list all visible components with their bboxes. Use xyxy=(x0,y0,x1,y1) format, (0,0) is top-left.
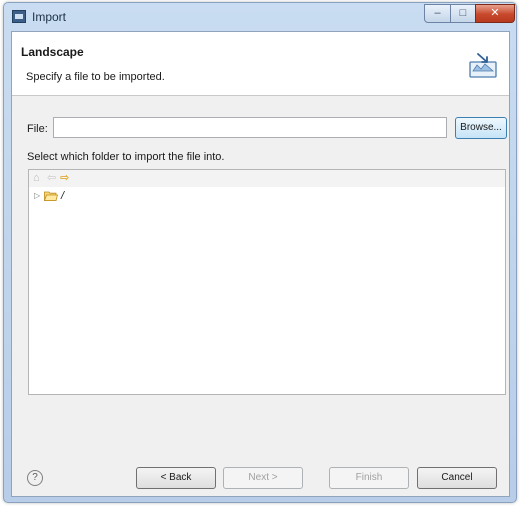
close-button[interactable]: ✕ xyxy=(475,4,515,23)
browse-button[interactable]: Browse... xyxy=(455,117,507,139)
folder-open-icon xyxy=(44,191,58,201)
dialog-body: Landscape Specify a file to be imported.… xyxy=(11,31,510,497)
maximize-button[interactable]: □ xyxy=(450,4,476,23)
file-input[interactable] xyxy=(53,117,447,138)
back-button[interactable]: < Back xyxy=(136,467,216,489)
cancel-button[interactable]: Cancel xyxy=(417,467,497,489)
next-button[interactable]: Next > xyxy=(223,467,303,489)
folder-instruction: Select which folder to import the file i… xyxy=(27,151,225,163)
minimize-button[interactable]: – xyxy=(424,4,451,23)
expand-icon[interactable]: ▷ xyxy=(34,189,40,203)
page-title: Landscape xyxy=(21,45,84,59)
wizard-header: Landscape Specify a file to be imported. xyxy=(12,32,509,96)
finish-button[interactable]: Finish xyxy=(329,467,409,489)
tree-toolbar: ⌂ ⇦ ⇨ xyxy=(29,170,505,187)
window-title: Import xyxy=(32,10,67,24)
app-icon xyxy=(12,10,26,23)
tree-item-label: / xyxy=(61,190,65,202)
import-wizard-icon xyxy=(469,53,497,78)
file-label: File: xyxy=(27,123,48,135)
title-bar[interactable]: Import – □ ✕ xyxy=(4,3,516,31)
folder-tree[interactable]: ⌂ ⇦ ⇨ ▷ / xyxy=(28,169,506,395)
home-icon[interactable]: ⌂ xyxy=(33,172,40,184)
forward-arrow-icon[interactable]: ⇨ xyxy=(60,172,69,184)
import-dialog: Import – □ ✕ Landscape Specify a file to… xyxy=(3,2,517,503)
help-icon[interactable]: ? xyxy=(27,470,43,486)
back-arrow-icon[interactable]: ⇦ xyxy=(47,172,56,184)
page-description: Specify a file to be imported. xyxy=(26,71,165,83)
